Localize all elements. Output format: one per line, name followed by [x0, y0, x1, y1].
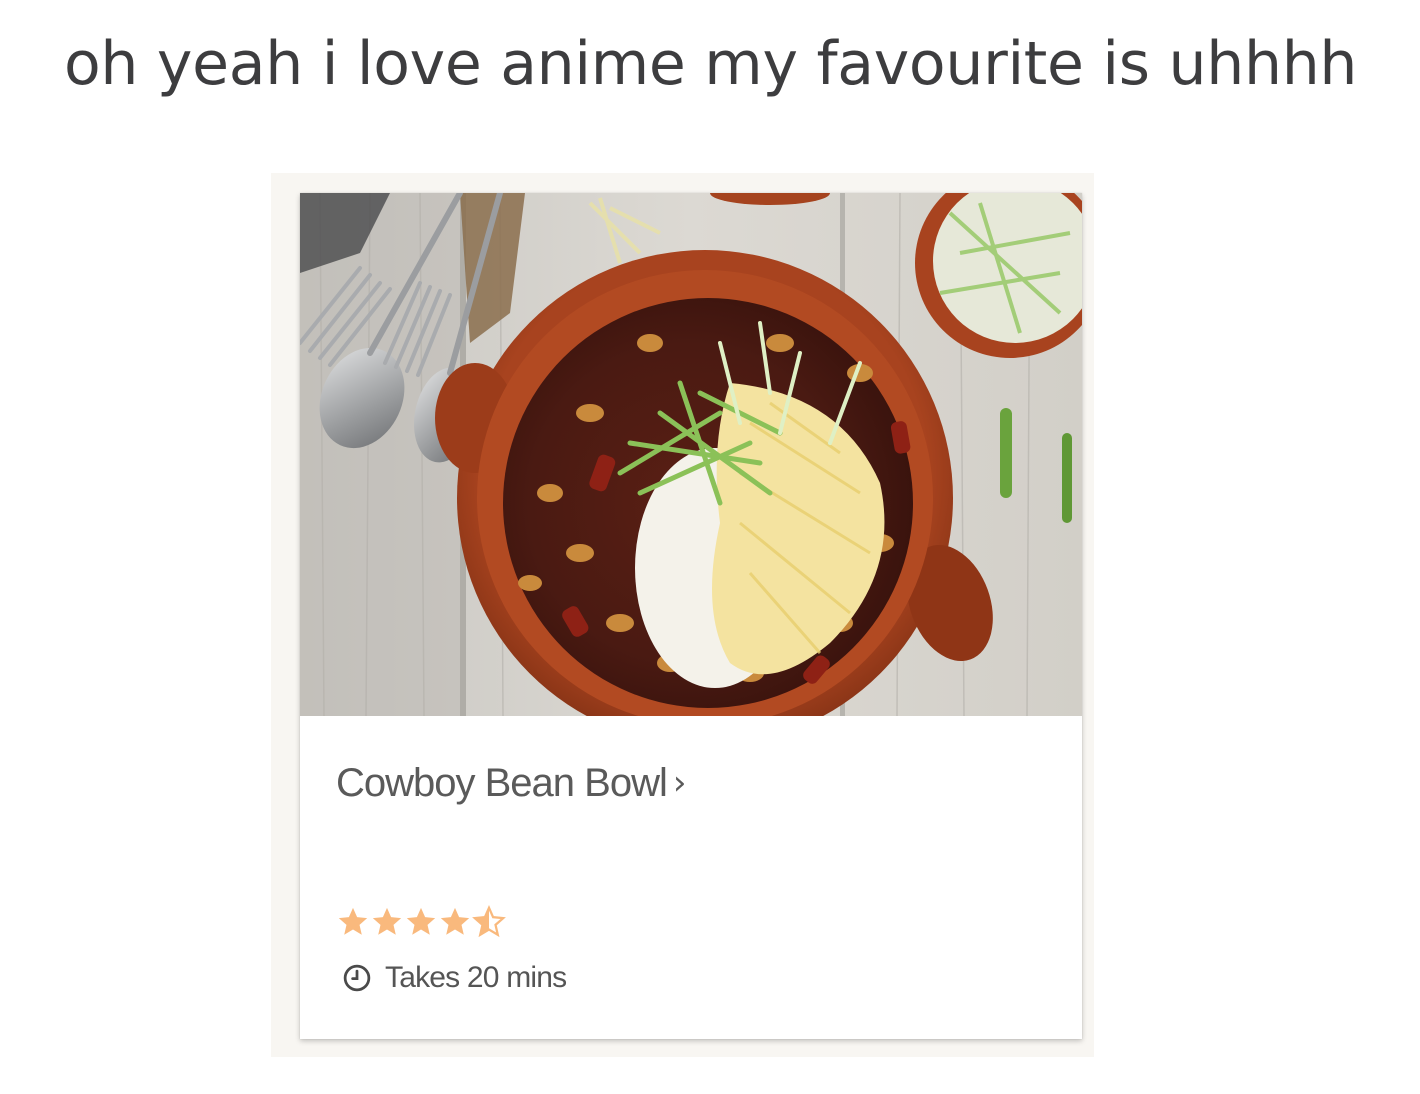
chevron-right-icon: ›: [672, 762, 687, 803]
cook-time: Takes 20 mins: [342, 961, 567, 995]
cook-time-label: Takes 20 mins: [385, 961, 567, 994]
half-star-icon: [472, 905, 506, 938]
recipe-photo[interactable]: [300, 193, 1082, 716]
star-icon: [372, 907, 402, 935]
recipe-card[interactable]: Cowboy Bean Bowl › Takes 20 mins: [300, 193, 1082, 1039]
star-rating: [336, 905, 506, 939]
clock-icon: [343, 964, 371, 992]
star-icon: [406, 907, 436, 935]
post-caption: oh yeah i love anime my favourite is uhh…: [64, 29, 1358, 99]
embedded-screenshot: Cowboy Bean Bowl › Takes 20 mins: [271, 173, 1094, 1057]
star-icon: [338, 907, 368, 935]
recipe-title-link[interactable]: Cowboy Bean Bowl ›: [336, 761, 686, 806]
star-icon: [440, 907, 470, 935]
recipe-title: Cowboy Bean Bowl: [336, 761, 668, 805]
